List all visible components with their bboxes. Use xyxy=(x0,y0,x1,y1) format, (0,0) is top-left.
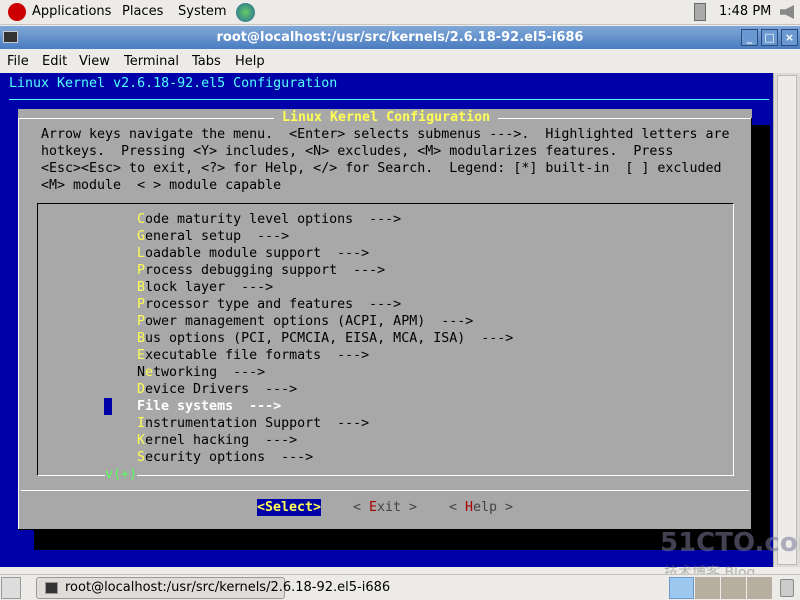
menubar: File Edit View Terminal Tabs Help xyxy=(0,50,800,73)
scroll-indicator: v(+) xyxy=(105,466,138,483)
workspace-2[interactable] xyxy=(695,577,720,599)
menu-item[interactable]: Loadable module support ---> xyxy=(137,245,369,262)
places-menu[interactable]: Places xyxy=(122,4,163,19)
header-divider xyxy=(9,99,769,100)
clock[interactable]: 1:48 PM xyxy=(719,4,771,19)
help-line: <Esc><Esc> to exit, <?> for Help, </> fo… xyxy=(41,161,722,176)
menu-item[interactable]: Power management options (ACPI, APM) ---… xyxy=(137,313,473,330)
bottom-panel: root@localhost:/usr/src/kernels/2.6.18-9… xyxy=(0,574,800,600)
workspace-1[interactable] xyxy=(669,577,694,599)
trash-icon[interactable] xyxy=(780,579,794,597)
show-desktop-button[interactable] xyxy=(1,577,21,599)
select-button[interactable]: <Select> xyxy=(257,499,322,516)
terminal-window-icon[interactable] xyxy=(3,31,18,43)
taskbar-task-terminal[interactable]: root@localhost:/usr/src/kernels/2.6.18-9… xyxy=(36,577,390,599)
close-button[interactable]: × xyxy=(781,29,798,46)
menu-view[interactable]: View xyxy=(79,54,110,69)
top-panel: Applications Places System 1:48 PM xyxy=(0,0,800,25)
menu-item[interactable]: File systems ---> xyxy=(121,398,282,415)
browser-launcher-icon[interactable] xyxy=(236,3,255,22)
menu-item[interactable]: Block layer ---> xyxy=(137,279,273,296)
minimize-button[interactable]: _ xyxy=(741,29,758,46)
window-titlebar[interactable]: root@localhost:/usr/src/kernels/2.6.18-9… xyxy=(0,26,800,49)
dialog-title: Linux Kernel Configuration xyxy=(274,109,499,126)
help-line: hotkeys. Pressing <Y> includes, <N> excl… xyxy=(41,144,674,159)
menu-item[interactable]: Executable file formats ---> xyxy=(137,347,369,364)
menu-item[interactable]: Kernel hacking ---> xyxy=(137,432,297,449)
menu-item[interactable]: Process debugging support ---> xyxy=(137,262,385,279)
workspace-3[interactable] xyxy=(721,577,746,599)
cursor xyxy=(104,398,112,415)
help-button[interactable]: < Help > xyxy=(449,499,513,516)
config-header: Linux Kernel v2.6.18-92.el5 Configuratio… xyxy=(9,76,338,91)
applications-menu[interactable]: Applications xyxy=(32,4,111,19)
workspace-4[interactable] xyxy=(747,577,772,599)
taskbar-task-label: root@localhost:/usr/src/kernels/2.6.18-9… xyxy=(65,580,391,595)
menu-item[interactable]: General setup ---> xyxy=(137,228,289,245)
menu-item[interactable]: Instrumentation Support ---> xyxy=(137,415,369,432)
menu-item[interactable]: Device Drivers ---> xyxy=(137,381,297,398)
watermark-logo: 51CTO.com xyxy=(660,528,800,558)
menu-item[interactable]: Processor type and features ---> xyxy=(137,296,401,313)
terminal-icon xyxy=(45,582,58,594)
menu-tabs[interactable]: Tabs xyxy=(192,54,221,69)
volume-icon[interactable] xyxy=(780,5,794,19)
window-title: root@localhost:/usr/src/kernels/2.6.18-9… xyxy=(216,30,584,45)
menu-item[interactable]: Code maturity level options ---> xyxy=(137,211,401,228)
menu-item[interactable]: Security options ---> xyxy=(137,449,313,466)
menu-file[interactable]: File xyxy=(7,54,29,69)
exit-button[interactable]: < Exit > xyxy=(353,499,417,516)
menu-item[interactable]: Bus options (PCI, PCMCIA, EISA, MCA, ISA… xyxy=(137,330,513,347)
dialog-shadow xyxy=(752,125,770,550)
config-dialog: Linux Kernel Configuration Arrow keys na… xyxy=(18,109,752,530)
help-line: Arrow keys navigate the menu. <Enter> se… xyxy=(41,127,730,142)
menu-item[interactable]: Networking ---> xyxy=(137,364,265,381)
menu-terminal[interactable]: Terminal xyxy=(124,54,179,69)
system-menu[interactable]: System xyxy=(178,4,226,19)
network-status-icon[interactable] xyxy=(694,3,706,21)
redhat-logo-icon[interactable] xyxy=(8,3,26,21)
menu-help[interactable]: Help xyxy=(235,54,265,69)
menu-edit[interactable]: Edit xyxy=(42,54,67,69)
help-line: <M> module < > module capable xyxy=(41,178,282,193)
maximize-button[interactable]: □ xyxy=(761,29,778,46)
terminal-scrollbar[interactable] xyxy=(773,73,800,567)
